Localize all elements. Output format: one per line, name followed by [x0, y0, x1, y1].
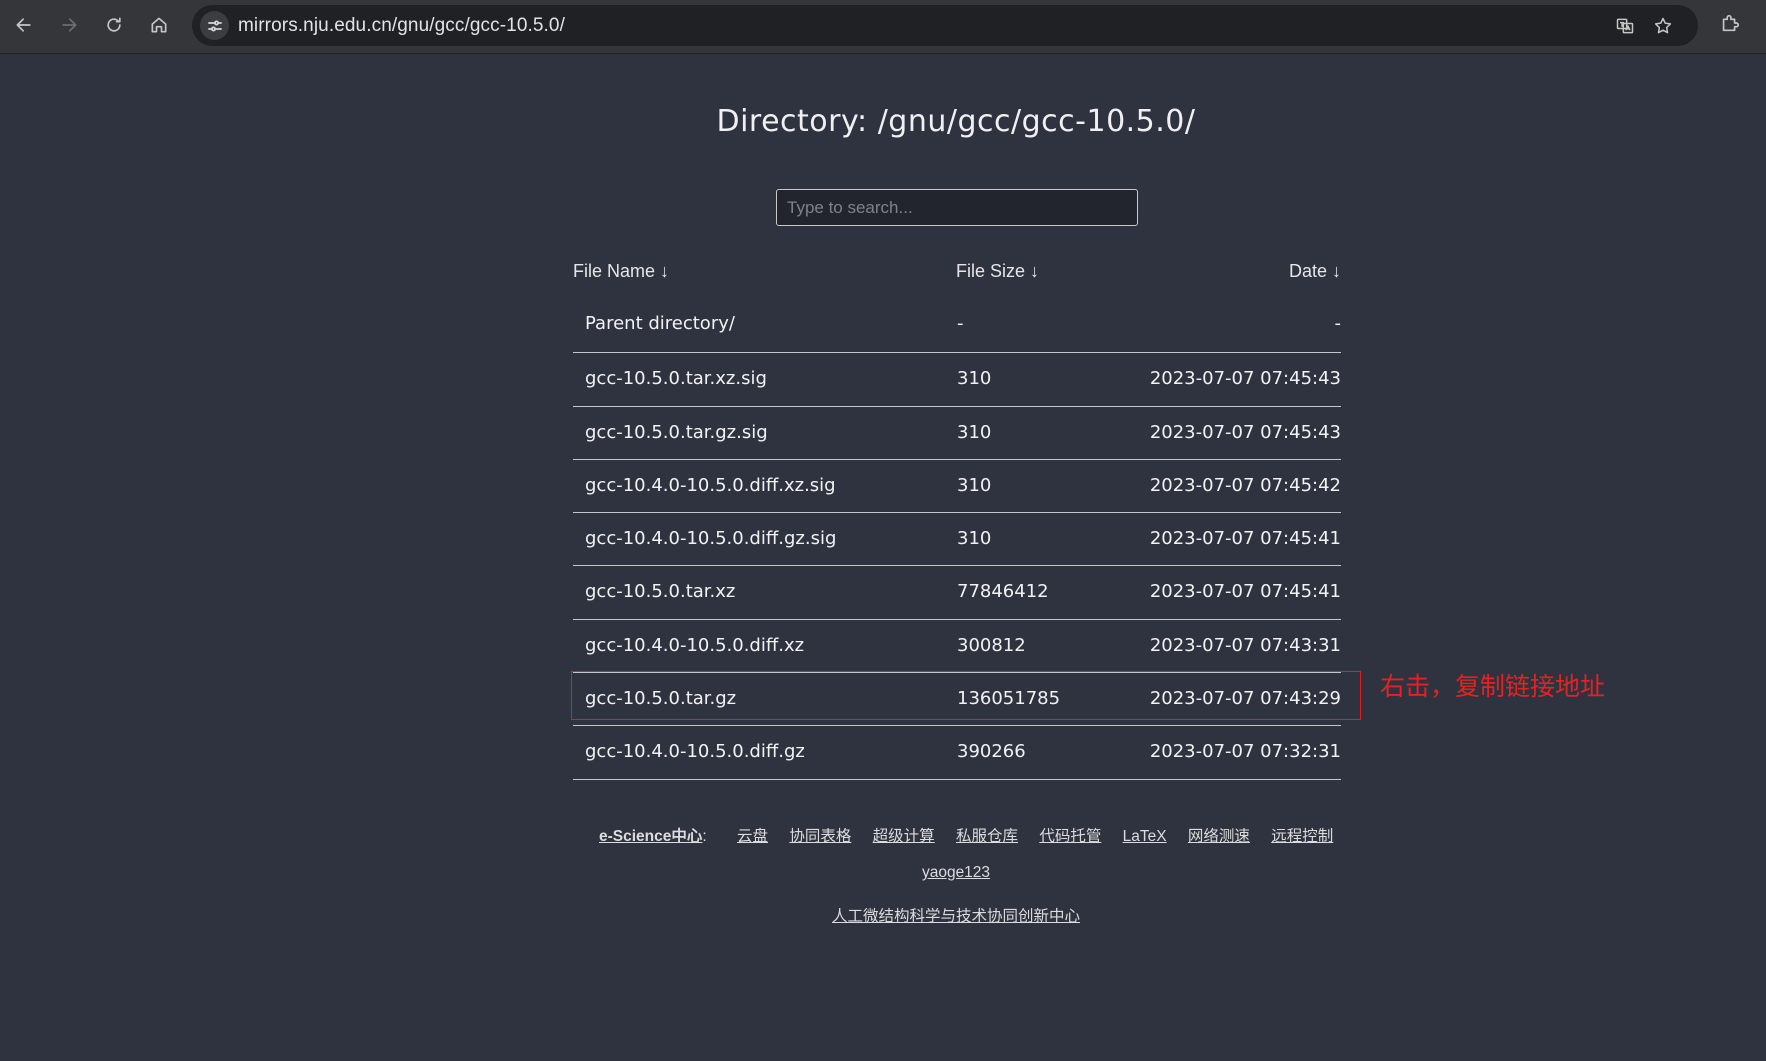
file-link[interactable]: gcc-10.5.0.tar.xz.sig	[585, 368, 767, 389]
file-size: 300812	[957, 634, 1026, 656]
footer-org-link[interactable]: 人工微结构科学与技术协同创新中心	[832, 908, 1080, 925]
translate-icon	[1616, 18, 1634, 34]
file-date: 2023-07-07 07:32:31	[1149, 741, 1341, 763]
home-button[interactable]	[141, 7, 177, 43]
file-date: -	[1334, 313, 1342, 334]
footer-link-repo[interactable]: 私服仓库	[956, 828, 1018, 845]
footer-org-line: 人工微结构科学与技术协同创新中心	[0, 904, 1766, 926]
url-text[interactable]: mirrors.nju.edu.cn/gnu/gcc/gcc-10.5.0/	[238, 15, 565, 37]
table-row: gcc-10.5.0.tar.xz.sig 310 2023-07-07 07:…	[573, 353, 1341, 407]
file-date: 2023-07-07 07:45:41	[1149, 528, 1341, 550]
file-link[interactable]: gcc-10.4.0-10.5.0.diff.gz.sig	[585, 528, 836, 549]
file-size: 310	[957, 474, 992, 496]
footer-colon: :	[702, 828, 707, 845]
table-row: gcc-10.4.0-10.5.0.diff.xz.sig 310 2023-0…	[573, 460, 1341, 514]
footer-link-latex[interactable]: LaTeX	[1123, 828, 1167, 845]
footer-user-line: yaoge123	[0, 864, 1766, 882]
extensions-icon	[1722, 14, 1740, 32]
file-link[interactable]: gcc-10.5.0.tar.gz.sig	[585, 422, 768, 443]
bookmark-button[interactable]	[1650, 13, 1676, 39]
file-size: 310	[957, 368, 992, 390]
file-date: 2023-07-07 07:45:41	[1149, 581, 1341, 603]
file-size: 390266	[957, 741, 1026, 763]
file-date: 2023-07-07 07:43:29	[1149, 688, 1341, 710]
search-input[interactable]	[776, 189, 1138, 226]
reload-icon	[107, 17, 121, 32]
site-info-icon	[207, 20, 222, 31]
back-button[interactable]	[6, 7, 42, 43]
table-row: gcc-10.4.0-10.5.0.diff.gz 390266 2023-07…	[573, 726, 1341, 780]
table-row: gcc-10.5.0.tar.gz.sig 310 2023-07-07 07:…	[573, 407, 1341, 460]
table-row: gcc-10.4.0-10.5.0.diff.xz 300812 2023-07…	[573, 620, 1341, 674]
reload-button[interactable]	[96, 7, 132, 43]
footer-link-code[interactable]: 代码托管	[1039, 828, 1101, 845]
file-link[interactable]: gcc-10.5.0.tar.xz	[585, 581, 735, 602]
file-size: 136051785	[957, 688, 1061, 710]
sort-by-name-header[interactable]: File Name ↓	[573, 261, 669, 282]
table-header: File Name ↓ File Size ↓ Date ↓	[573, 252, 1341, 300]
footer-link-sheets[interactable]: 协同表格	[789, 828, 851, 845]
site-info-button[interactable]	[200, 11, 229, 40]
footer-user-link[interactable]: yaoge123	[922, 864, 990, 881]
table-row: gcc-10.4.0-10.5.0.diff.gz.sig 310 2023-0…	[573, 513, 1341, 567]
browser-toolbar: mirrors.nju.edu.cn/gnu/gcc/gcc-10.5.0/	[0, 0, 1766, 54]
table-row-highlighted: gcc-10.5.0.tar.gz 136051785 2023-07-07 0…	[573, 673, 1341, 727]
annotation-text: 右击，复制链接地址	[1380, 672, 1606, 701]
file-date: 2023-07-07 07:45:43	[1149, 421, 1341, 443]
extensions-button[interactable]	[1719, 12, 1745, 38]
file-date: 2023-07-07 07:45:43	[1149, 368, 1341, 390]
footer-link-remote[interactable]: 远程控制	[1271, 828, 1333, 845]
file-size: 310	[957, 421, 992, 443]
translate-button[interactable]	[1612, 13, 1638, 39]
footer-link-cloud[interactable]: 云盘	[737, 828, 768, 845]
home-icon	[151, 17, 167, 33]
page-title: Directory: /gnu/gcc/gcc-10.5.0/	[716, 104, 1196, 139]
footer-link-hpc[interactable]: 超级计算	[873, 828, 935, 845]
escience-link[interactable]: e-Science中心	[599, 828, 702, 845]
sort-by-size-header[interactable]: File Size ↓	[956, 261, 1039, 282]
file-link-tar-gz[interactable]: gcc-10.5.0.tar.gz	[585, 688, 736, 709]
star-icon	[1654, 17, 1672, 34]
file-size: 310	[957, 528, 992, 550]
table-row: gcc-10.5.0.tar.xz 77846412 2023-07-07 07…	[573, 566, 1341, 620]
file-link[interactable]: Parent directory/	[585, 313, 735, 334]
file-table: File Name ↓ File Size ↓ Date ↓ Parent di…	[573, 252, 1341, 780]
file-size: 77846412	[957, 581, 1049, 603]
sort-by-date-header[interactable]: Date ↓	[1289, 261, 1341, 282]
forward-button[interactable]	[51, 7, 87, 43]
address-bar[interactable]: mirrors.nju.edu.cn/gnu/gcc/gcc-10.5.0/	[192, 5, 1698, 46]
file-size: -	[957, 313, 964, 334]
file-date: 2023-07-07 07:43:31	[1149, 634, 1341, 656]
file-link[interactable]: gcc-10.4.0-10.5.0.diff.gz	[585, 741, 805, 762]
file-date: 2023-07-07 07:45:42	[1149, 474, 1341, 496]
footer-link-speedtest[interactable]: 网络测速	[1188, 828, 1250, 845]
table-row-parent-directory: Parent directory/ - -	[573, 300, 1342, 354]
file-link[interactable]: gcc-10.4.0-10.5.0.diff.xz.sig	[585, 475, 836, 496]
footer-links: e-Science中心: 云盘 协同表格 超级计算 私服仓库 代码托管 LaTe…	[599, 824, 1333, 846]
back-icon	[16, 18, 31, 32]
forward-icon	[62, 18, 77, 32]
file-link[interactable]: gcc-10.4.0-10.5.0.diff.xz	[585, 635, 804, 656]
